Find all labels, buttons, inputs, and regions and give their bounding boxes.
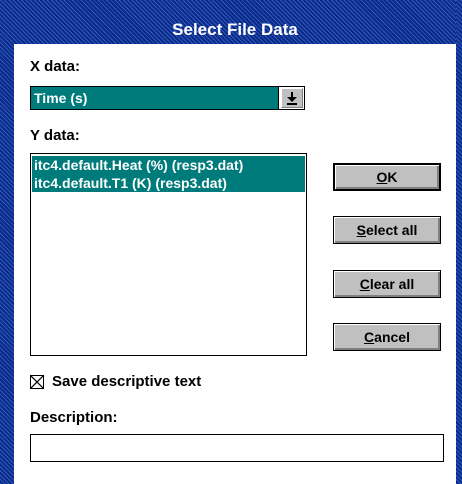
window-frame-left: [0, 0, 14, 484]
select-all-button[interactable]: Select all: [333, 216, 441, 244]
select-all-mnemonic: S: [356, 222, 366, 238]
select-file-data-dialog: Select File Data X data: Time (s) Y data…: [0, 0, 462, 484]
cancel-button[interactable]: Cancel: [333, 323, 441, 351]
y-data-label: Y data:: [30, 127, 80, 144]
window-frame-right: [456, 0, 462, 484]
clear-all-button[interactable]: Clear all: [333, 270, 441, 298]
select-all-label: elect all: [365, 222, 418, 238]
ok-button[interactable]: OK: [333, 163, 441, 191]
checkmark-x-icon: [31, 376, 43, 388]
clear-all-label: lear all: [369, 276, 415, 292]
description-label: Description:: [30, 409, 118, 426]
dropdown-arrow-icon[interactable]: [281, 88, 303, 108]
x-data-selected-value[interactable]: Time (s): [31, 87, 279, 109]
save-descriptive-text-checkbox[interactable]: [30, 375, 44, 389]
list-item[interactable]: itc4.default.Heat (%) (resp3.dat): [32, 156, 305, 174]
x-data-label: X data:: [30, 58, 81, 75]
clear-all-mnemonic: C: [359, 276, 370, 292]
title-bar[interactable]: Select File Data: [14, 0, 456, 44]
cancel-button-label: ancel: [374, 329, 410, 345]
ok-button-mnemonic: O: [376, 169, 388, 185]
dialog-title: Select File Data: [172, 20, 298, 39]
save-descriptive-text-label[interactable]: Save descriptive text: [52, 373, 201, 391]
arrow-down-underline-icon: [287, 92, 297, 105]
x-data-dropdown[interactable]: Time (s): [30, 86, 305, 110]
list-item[interactable]: itc4.default.T1 (K) (resp3.dat): [32, 174, 305, 192]
y-data-listbox[interactable]: itc4.default.Heat (%) (resp3.dat) itc4.d…: [30, 153, 307, 356]
description-input[interactable]: [30, 434, 444, 462]
cancel-button-mnemonic: C: [364, 329, 375, 345]
ok-button-label: K: [387, 169, 398, 185]
